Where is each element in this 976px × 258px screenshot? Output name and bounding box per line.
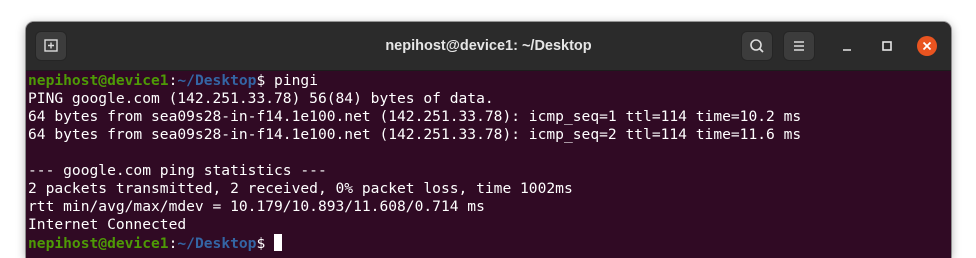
close-icon: [922, 41, 932, 51]
output-line: 64 bytes from sea09s28-in-f14.1e100.net …: [28, 126, 802, 143]
terminal-output[interactable]: nepihost@device1:~/Desktop$ pingi PING g…: [28, 70, 951, 258]
maximize-icon: [882, 41, 892, 51]
search-button[interactable]: [741, 31, 773, 61]
text-cursor: [274, 234, 283, 251]
hamburger-menu-icon: [794, 41, 804, 51]
minimize-icon: [843, 49, 851, 51]
command-text: pingi: [274, 72, 318, 89]
prompt-line: nepihost@device1:~/Desktop$ pingi: [28, 72, 951, 90]
prompt-path: ~/Desktop: [177, 72, 257, 89]
prompt-symbol: $: [256, 72, 275, 89]
title-bar[interactable]: nepihost@device1: ~/Desktop: [26, 22, 951, 71]
menu-button[interactable]: [783, 31, 815, 61]
maximize-button[interactable]: [877, 36, 897, 56]
output-line: Internet Connected: [28, 216, 187, 233]
output-line: --- google.com ping statistics ---: [28, 162, 327, 179]
output-line: 64 bytes from sea09s28-in-f14.1e100.net …: [28, 108, 802, 125]
prompt-line: nepihost@device1:~/Desktop$: [28, 234, 951, 252]
output-line: rtt min/avg/max/mdev = 10.179/10.893/11.…: [28, 198, 485, 215]
close-button[interactable]: [917, 36, 937, 56]
prompt-user-host: nepihost@device1: [28, 235, 169, 252]
output-line: PING google.com (142.251.33.78) 56(84) b…: [28, 90, 494, 107]
minimize-button[interactable]: [837, 36, 857, 56]
prompt-symbol: $: [256, 235, 275, 252]
prompt-user-host: nepihost@device1: [28, 72, 169, 89]
terminal-window: nepihost@device1: ~/Desktop nepihost@dev…: [26, 22, 951, 258]
output-line: 2 packets transmitted, 2 received, 0% pa…: [28, 180, 573, 197]
search-icon: [750, 39, 764, 53]
prompt-path: ~/Desktop: [177, 235, 257, 252]
